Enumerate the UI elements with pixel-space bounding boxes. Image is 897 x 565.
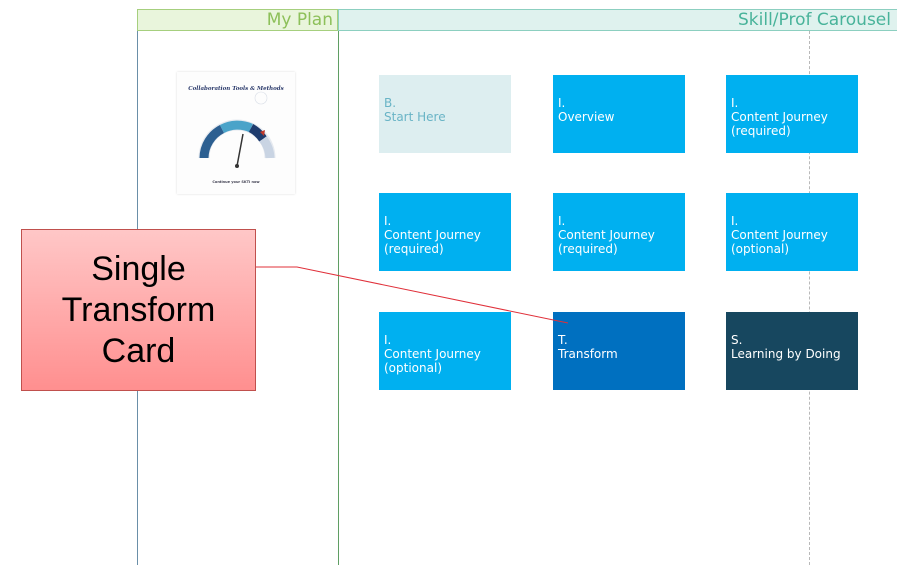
transform-callout: Single Transform Card: [21, 229, 256, 391]
callout-text: Single Transform Card: [61, 249, 216, 370]
